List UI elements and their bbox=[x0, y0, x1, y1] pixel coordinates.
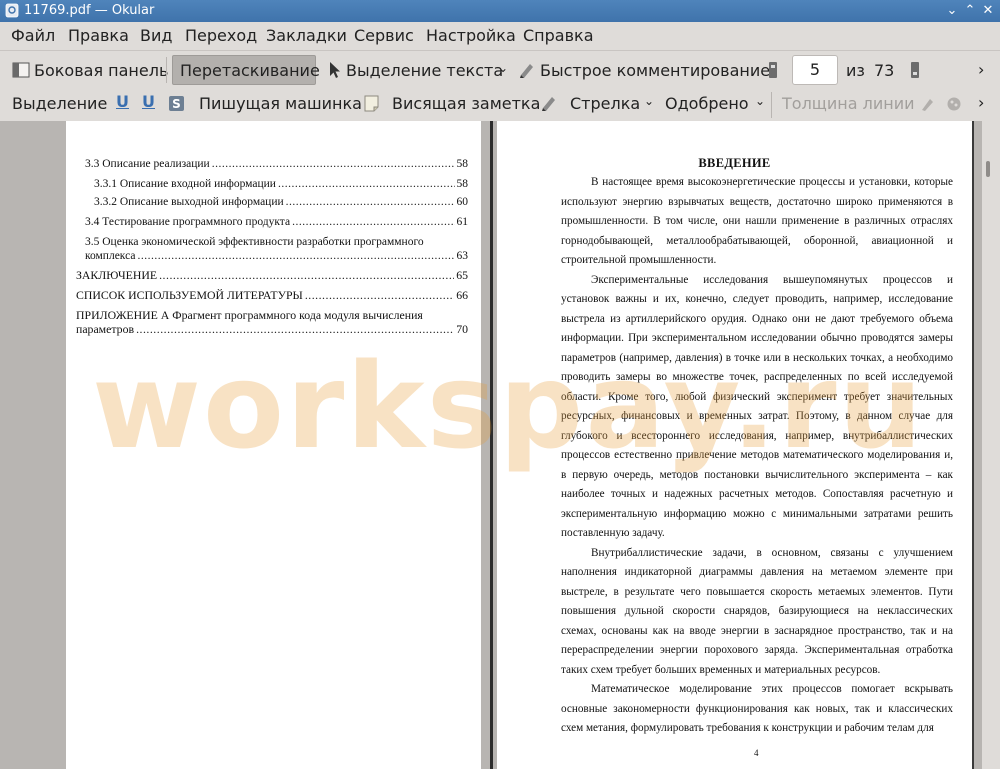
color-brush-icon[interactable] bbox=[920, 96, 936, 112]
annotation-pen-icon bbox=[520, 64, 533, 78]
palette-icon[interactable] bbox=[946, 96, 962, 112]
toolbar-separator bbox=[166, 57, 167, 83]
squiggle-underline-icon[interactable]: U bbox=[142, 92, 155, 111]
sticky-note-icon bbox=[364, 95, 379, 112]
close-icon[interactable]: ✕ bbox=[980, 3, 996, 19]
document-page-intro: ВВЕДЕНИЕ В настоящее время высокоэнергет… bbox=[497, 121, 972, 769]
minimize-icon[interactable]: ⌄ bbox=[944, 3, 960, 19]
underline-icon[interactable]: U bbox=[116, 92, 129, 111]
strikeout-icon[interactable]: S bbox=[168, 95, 185, 112]
toc-entry[interactable]: ЗАКЛЮЧЕНИЕ65 bbox=[76, 268, 468, 282]
drag-mode-button[interactable]: Перетаскивание bbox=[180, 61, 320, 80]
menu-bookmarks[interactable]: Закладки bbox=[266, 26, 347, 45]
main-toolbar: Боковая панель Перетаскивание Выделение … bbox=[0, 50, 1000, 89]
stamp-dropdown-chevron-icon[interactable]: ⌄ bbox=[755, 94, 765, 108]
vertical-scrollbar[interactable] bbox=[982, 121, 1000, 769]
toc-entry[interactable]: параметров70 bbox=[76, 322, 468, 336]
page-of-label: из bbox=[846, 61, 865, 80]
arrow-dropdown-chevron-icon[interactable]: ⌄ bbox=[644, 94, 654, 108]
okular-app-icon bbox=[5, 3, 19, 18]
sticky-note-tool-button[interactable]: Висящая заметка bbox=[392, 94, 540, 113]
toolbar-overflow-chevron-icon[interactable]: › bbox=[978, 60, 984, 79]
menu-file[interactable]: Файл bbox=[11, 26, 55, 45]
scrollbar-handle[interactable] bbox=[986, 161, 990, 177]
annotation-toolbar: Выделение U U S Пишущая машинка Висящая … bbox=[0, 88, 1000, 121]
toc-entry[interactable]: комплекса63 bbox=[85, 249, 468, 263]
page-up-icon[interactable] bbox=[768, 61, 778, 79]
paragraph: Математическое моделирование этих процес… bbox=[561, 683, 953, 734]
line-width-button[interactable]: Толщина линии bbox=[782, 94, 915, 113]
menu-settings[interactable]: Настройка bbox=[426, 26, 516, 45]
menu-tools[interactable]: Сервис bbox=[354, 26, 414, 45]
page-body-text: В настоящее время высокоэнергетические п… bbox=[561, 173, 953, 739]
toc-entry-line1: 3.5 Оценка экономической эффективности р… bbox=[85, 236, 424, 248]
menu-edit[interactable]: Правка bbox=[68, 26, 129, 45]
toc-entry[interactable]: 3.3.2 Описание выходной информации60 bbox=[94, 195, 468, 209]
highlight-tool-button[interactable]: Выделение bbox=[12, 94, 107, 113]
toolbar2-overflow-chevron-icon[interactable]: › bbox=[978, 93, 984, 112]
toc-entry[interactable]: 3.3 Описание реализации58 bbox=[85, 157, 468, 171]
document-page-toc: 3.3 Описание реализации58 3.3.1 Описание… bbox=[66, 121, 481, 769]
menu-bar: Файл Правка Вид Переход Закладки Сервис … bbox=[0, 22, 1000, 50]
quick-annotation-button[interactable]: Быстрое комментирование bbox=[540, 61, 770, 80]
chevron-down-icon[interactable]: ⌄ bbox=[498, 61, 508, 75]
text-selection-button[interactable]: Выделение текста bbox=[346, 61, 503, 80]
maximize-icon[interactable]: ⌃ bbox=[962, 3, 978, 19]
paragraph: Экспериментальные исследования вышеупомя… bbox=[561, 273, 953, 540]
page-number: 4 bbox=[754, 748, 759, 758]
title-bar: 11769.pdf — Okular ⌄ ⌃ ✕ bbox=[0, 0, 1000, 22]
menu-help[interactable]: Справка bbox=[523, 26, 594, 45]
menu-view[interactable]: Вид bbox=[140, 26, 172, 45]
toolbar-separator bbox=[771, 92, 772, 118]
cursor-arrow-icon bbox=[330, 62, 340, 78]
toc-entry-line1: ПРИЛОЖЕНИЕ А Фрагмент программного кода … bbox=[76, 308, 423, 322]
current-page-input[interactable]: 5 bbox=[792, 55, 838, 85]
page-border bbox=[972, 121, 974, 769]
toc-entry[interactable]: СПИСОК ИСПОЛЬЗУЕМОЙ ЛИТЕРАТУРЫ66 bbox=[76, 288, 468, 302]
total-pages-label: 73 bbox=[874, 61, 895, 80]
document-viewport[interactable]: 3.3 Описание реализации58 3.3.1 Описание… bbox=[0, 121, 1000, 769]
sidebar-icon bbox=[12, 62, 30, 78]
section-heading: ВВЕДЕНИЕ bbox=[698, 156, 771, 170]
paragraph: Внутрибаллистические задачи, в основном,… bbox=[561, 546, 953, 676]
sidebar-toggle-button[interactable]: Боковая панель bbox=[34, 61, 168, 80]
page-border bbox=[490, 121, 493, 769]
svg-text:S: S bbox=[172, 97, 181, 111]
page-down-icon[interactable] bbox=[910, 61, 920, 79]
arrow-tool-button[interactable]: Стрелка bbox=[570, 94, 640, 113]
toc-entry[interactable]: 3.3.1 Описание входной информации58 bbox=[94, 177, 468, 191]
paragraph: В настоящее время высокоэнергетические п… bbox=[561, 176, 953, 266]
typewriter-tool-button[interactable]: Пишущая машинка bbox=[199, 94, 362, 113]
stamp-tool-button[interactable]: Одобрено bbox=[665, 94, 749, 113]
toc-entry[interactable]: 3.4 Тестирование программного продукта61 bbox=[85, 215, 468, 229]
arrow-pen-icon bbox=[542, 97, 555, 111]
window-title: 11769.pdf — Okular bbox=[24, 3, 155, 18]
menu-go[interactable]: Переход bbox=[185, 26, 257, 45]
